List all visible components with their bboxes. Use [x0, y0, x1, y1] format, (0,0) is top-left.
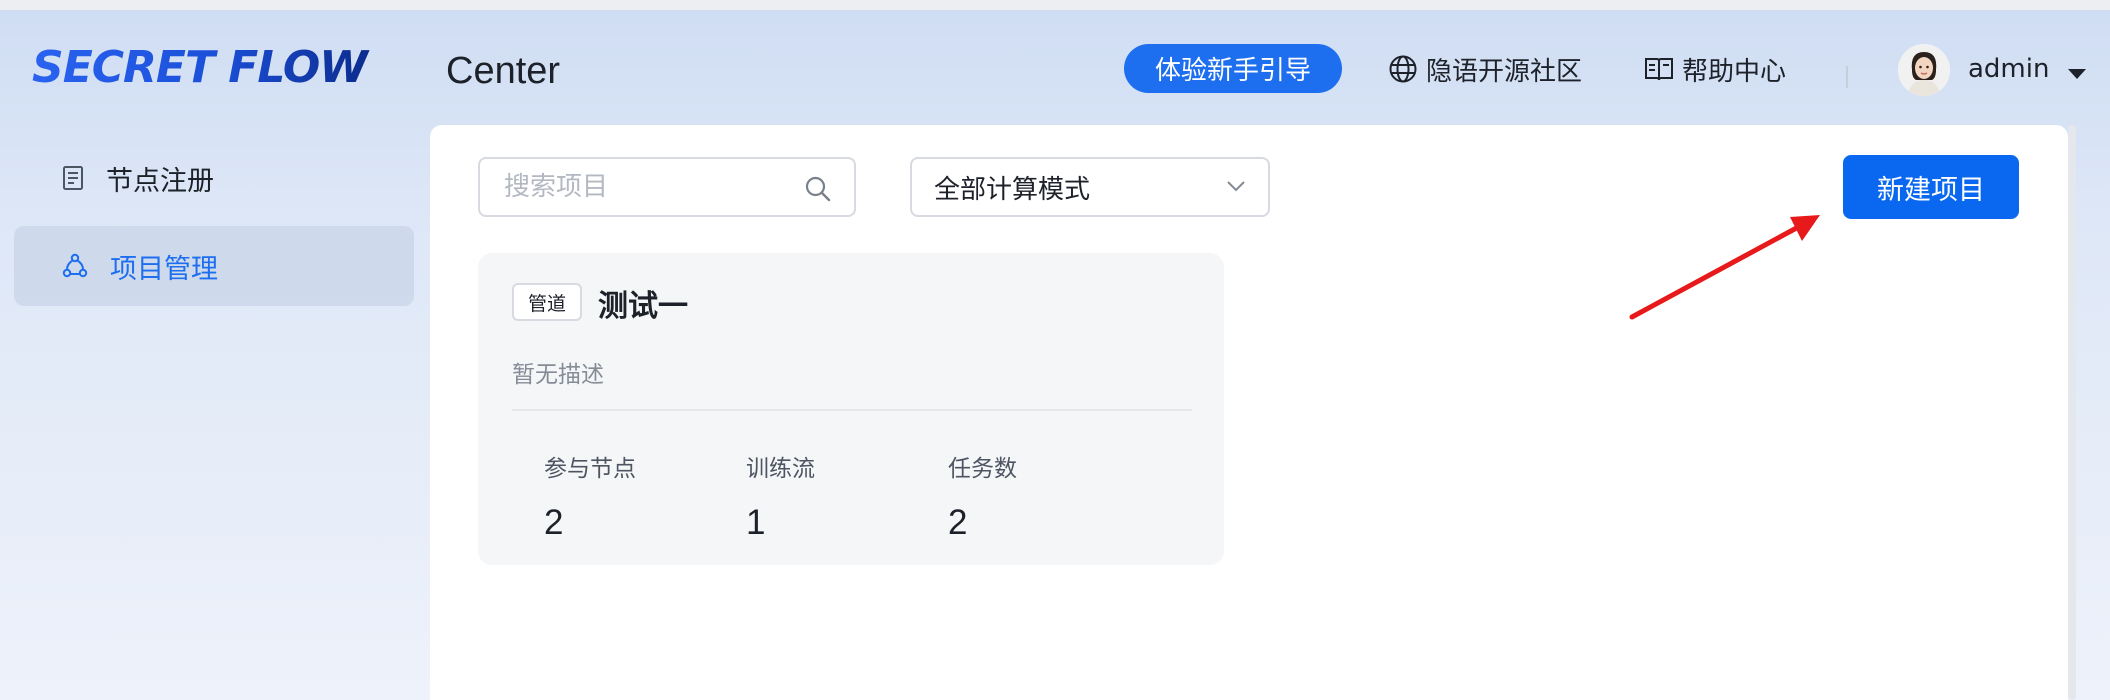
globe-icon — [1389, 55, 1417, 83]
sidebar-item-label: 节点注册 — [106, 165, 214, 197]
guide-tour-button[interactable]: 体验新手引导 — [1124, 44, 1342, 93]
window-top-edge — [0, 0, 2110, 10]
compute-mode-select[interactable]: 全部计算模式 — [910, 157, 1270, 217]
sidebar-item-node-registration[interactable]: 节点注册 — [14, 138, 414, 218]
secretflow-logo-mark: SECRET FLOW — [32, 42, 371, 93]
document-icon — [63, 166, 83, 190]
compute-mode-value: 全部计算模式 — [934, 174, 1091, 205]
header-divider — [1846, 66, 1848, 88]
stat-label: 训练流 — [746, 456, 815, 482]
header: SECRET FLOW Center 体验新手引导 隐语开源社区 帮助中心 ad… — [0, 10, 2110, 125]
search-icon[interactable] — [804, 175, 832, 203]
stat-task-count: 任务数 2 — [948, 449, 1017, 543]
project-card[interactable]: 管道 测试一 暂无描述 参与节点 2 训练流 1 任务数 2 — [478, 253, 1224, 565]
username[interactable]: admin — [1968, 54, 2049, 84]
chevron-down-icon — [1227, 181, 1245, 192]
svg-text:SECRET FLOW: SECRET FLOW — [32, 42, 370, 93]
card-divider — [512, 409, 1192, 411]
stat-value: 2 — [948, 503, 968, 542]
stat-value: 2 — [544, 503, 564, 542]
stat-value: 1 — [746, 503, 766, 542]
stat-training-flows: 训练流 1 — [746, 449, 815, 543]
search-input[interactable] — [502, 171, 806, 203]
stat-label: 任务数 — [948, 456, 1017, 482]
new-project-button[interactable]: 新建项目 — [1843, 155, 2019, 219]
secretflow-logo[interactable]: SECRET FLOW — [30, 38, 390, 94]
project-type-badge: 管道 — [512, 283, 583, 321]
sidebar-item-label: 项目管理 — [110, 253, 218, 285]
stat-label: 参与节点 — [544, 456, 636, 482]
book-icon — [1645, 58, 1673, 81]
caret-down-icon[interactable] — [2066, 66, 2088, 85]
page-title: Center — [446, 50, 561, 92]
community-link[interactable]: 隐语开源社区 — [1388, 46, 1582, 92]
network-icon — [62, 253, 88, 278]
scrollbar[interactable] — [2068, 125, 2076, 700]
sidebar: 节点注册 项目管理 — [14, 138, 414, 314]
search-box[interactable] — [478, 157, 856, 217]
project-description: 暂无描述 — [512, 362, 604, 388]
stat-participant-nodes: 参与节点 2 — [544, 449, 636, 543]
sidebar-item-project-management[interactable]: 项目管理 — [14, 226, 414, 306]
avatar-image — [1898, 44, 1950, 96]
help-center-label: 帮助中心 — [1682, 56, 1787, 87]
help-center-link[interactable]: 帮助中心 — [1644, 46, 1786, 92]
project-title[interactable]: 测试一 — [598, 281, 688, 325]
user-avatar[interactable] — [1898, 44, 1950, 96]
community-link-label: 隐语开源社区 — [1426, 56, 1583, 87]
annotation-arrow — [1629, 215, 1820, 320]
